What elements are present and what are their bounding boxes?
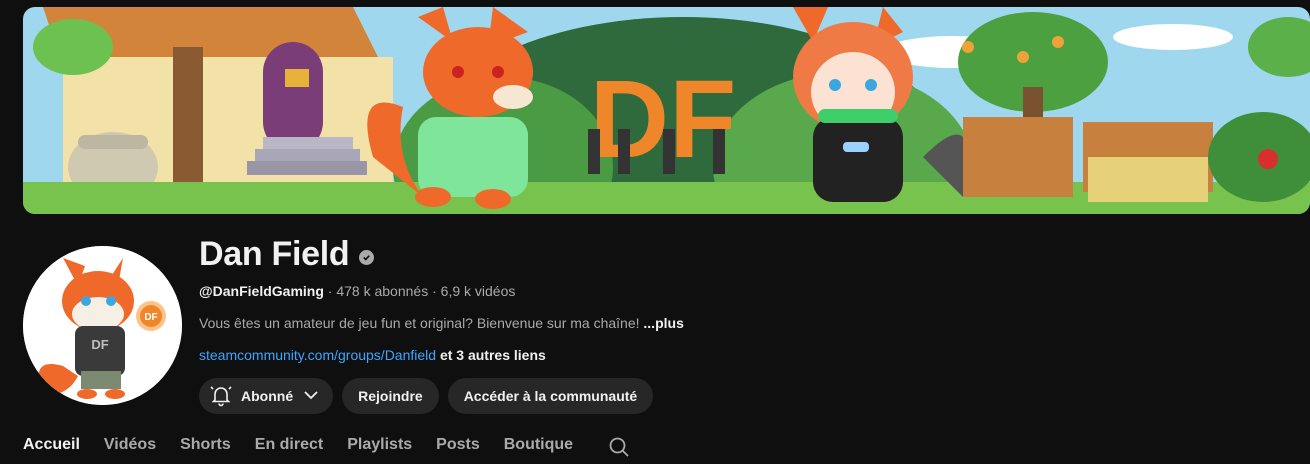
meta-separator: · — [432, 283, 437, 299]
banner-illustration: DF — [23, 7, 1310, 214]
avatar-badge-logo: DF — [144, 312, 157, 323]
tab-posts[interactable]: Posts — [436, 436, 480, 464]
tab-shorts[interactable]: Shorts — [180, 436, 231, 464]
channel-actions: Abonné Rejoindre Accéder à la communauté — [199, 378, 654, 414]
description-text: Vous êtes un amateur de jeu fun et origi… — [199, 315, 640, 331]
tab-boutique[interactable]: Boutique — [504, 436, 573, 464]
more-links-link[interactable]: et 3 autres liens — [440, 347, 546, 363]
avatar-shirt-logo: DF — [91, 337, 108, 352]
join-label: Rejoindre — [358, 388, 423, 404]
subscriber-count: 478 k abonnés — [336, 283, 429, 299]
channel-title: Dan Field — [199, 235, 375, 274]
chevron-down-icon — [301, 385, 321, 408]
subscribed-label: Abonné — [241, 388, 294, 404]
tab-en-direct[interactable]: En direct — [255, 436, 323, 464]
more-link[interactable]: ...plus — [643, 315, 683, 331]
join-button[interactable]: Rejoindre — [342, 378, 439, 414]
tab-videos[interactable]: Vidéos — [104, 436, 156, 464]
channel-tabs: Accueil Vidéos Shorts En direct Playlist… — [23, 436, 631, 464]
channel-name: Dan Field — [199, 235, 350, 273]
channel-avatar[interactable]: DF DF — [23, 246, 182, 405]
tab-playlists[interactable]: Playlists — [347, 436, 412, 464]
channel-description[interactable]: Vous êtes un amateur de jeu fun et origi… — [199, 315, 684, 331]
channel-handle: @DanFieldGaming — [199, 283, 324, 299]
meta-separator: · — [327, 283, 333, 299]
search-icon[interactable] — [607, 435, 631, 459]
verified-check-icon — [359, 250, 375, 265]
tab-accueil[interactable]: Accueil — [23, 436, 80, 464]
avatar-illustration: DF DF — [23, 246, 182, 405]
channel-banner: DF — [23, 7, 1310, 214]
channel-meta: @DanFieldGaming · 478 k abonnés · 6,9 k … — [199, 283, 515, 299]
channel-links: steamcommunity.com/groups/Danfield et 3 … — [199, 347, 546, 363]
subscribed-button[interactable]: Abonné — [199, 378, 334, 414]
community-button[interactable]: Accéder à la communauté — [447, 378, 654, 414]
video-count: 6,9 k vidéos — [440, 283, 516, 299]
steam-link[interactable]: steamcommunity.com/groups/Danfield — [199, 347, 436, 363]
bell-icon — [209, 383, 233, 410]
community-label: Accéder à la communauté — [463, 388, 638, 404]
